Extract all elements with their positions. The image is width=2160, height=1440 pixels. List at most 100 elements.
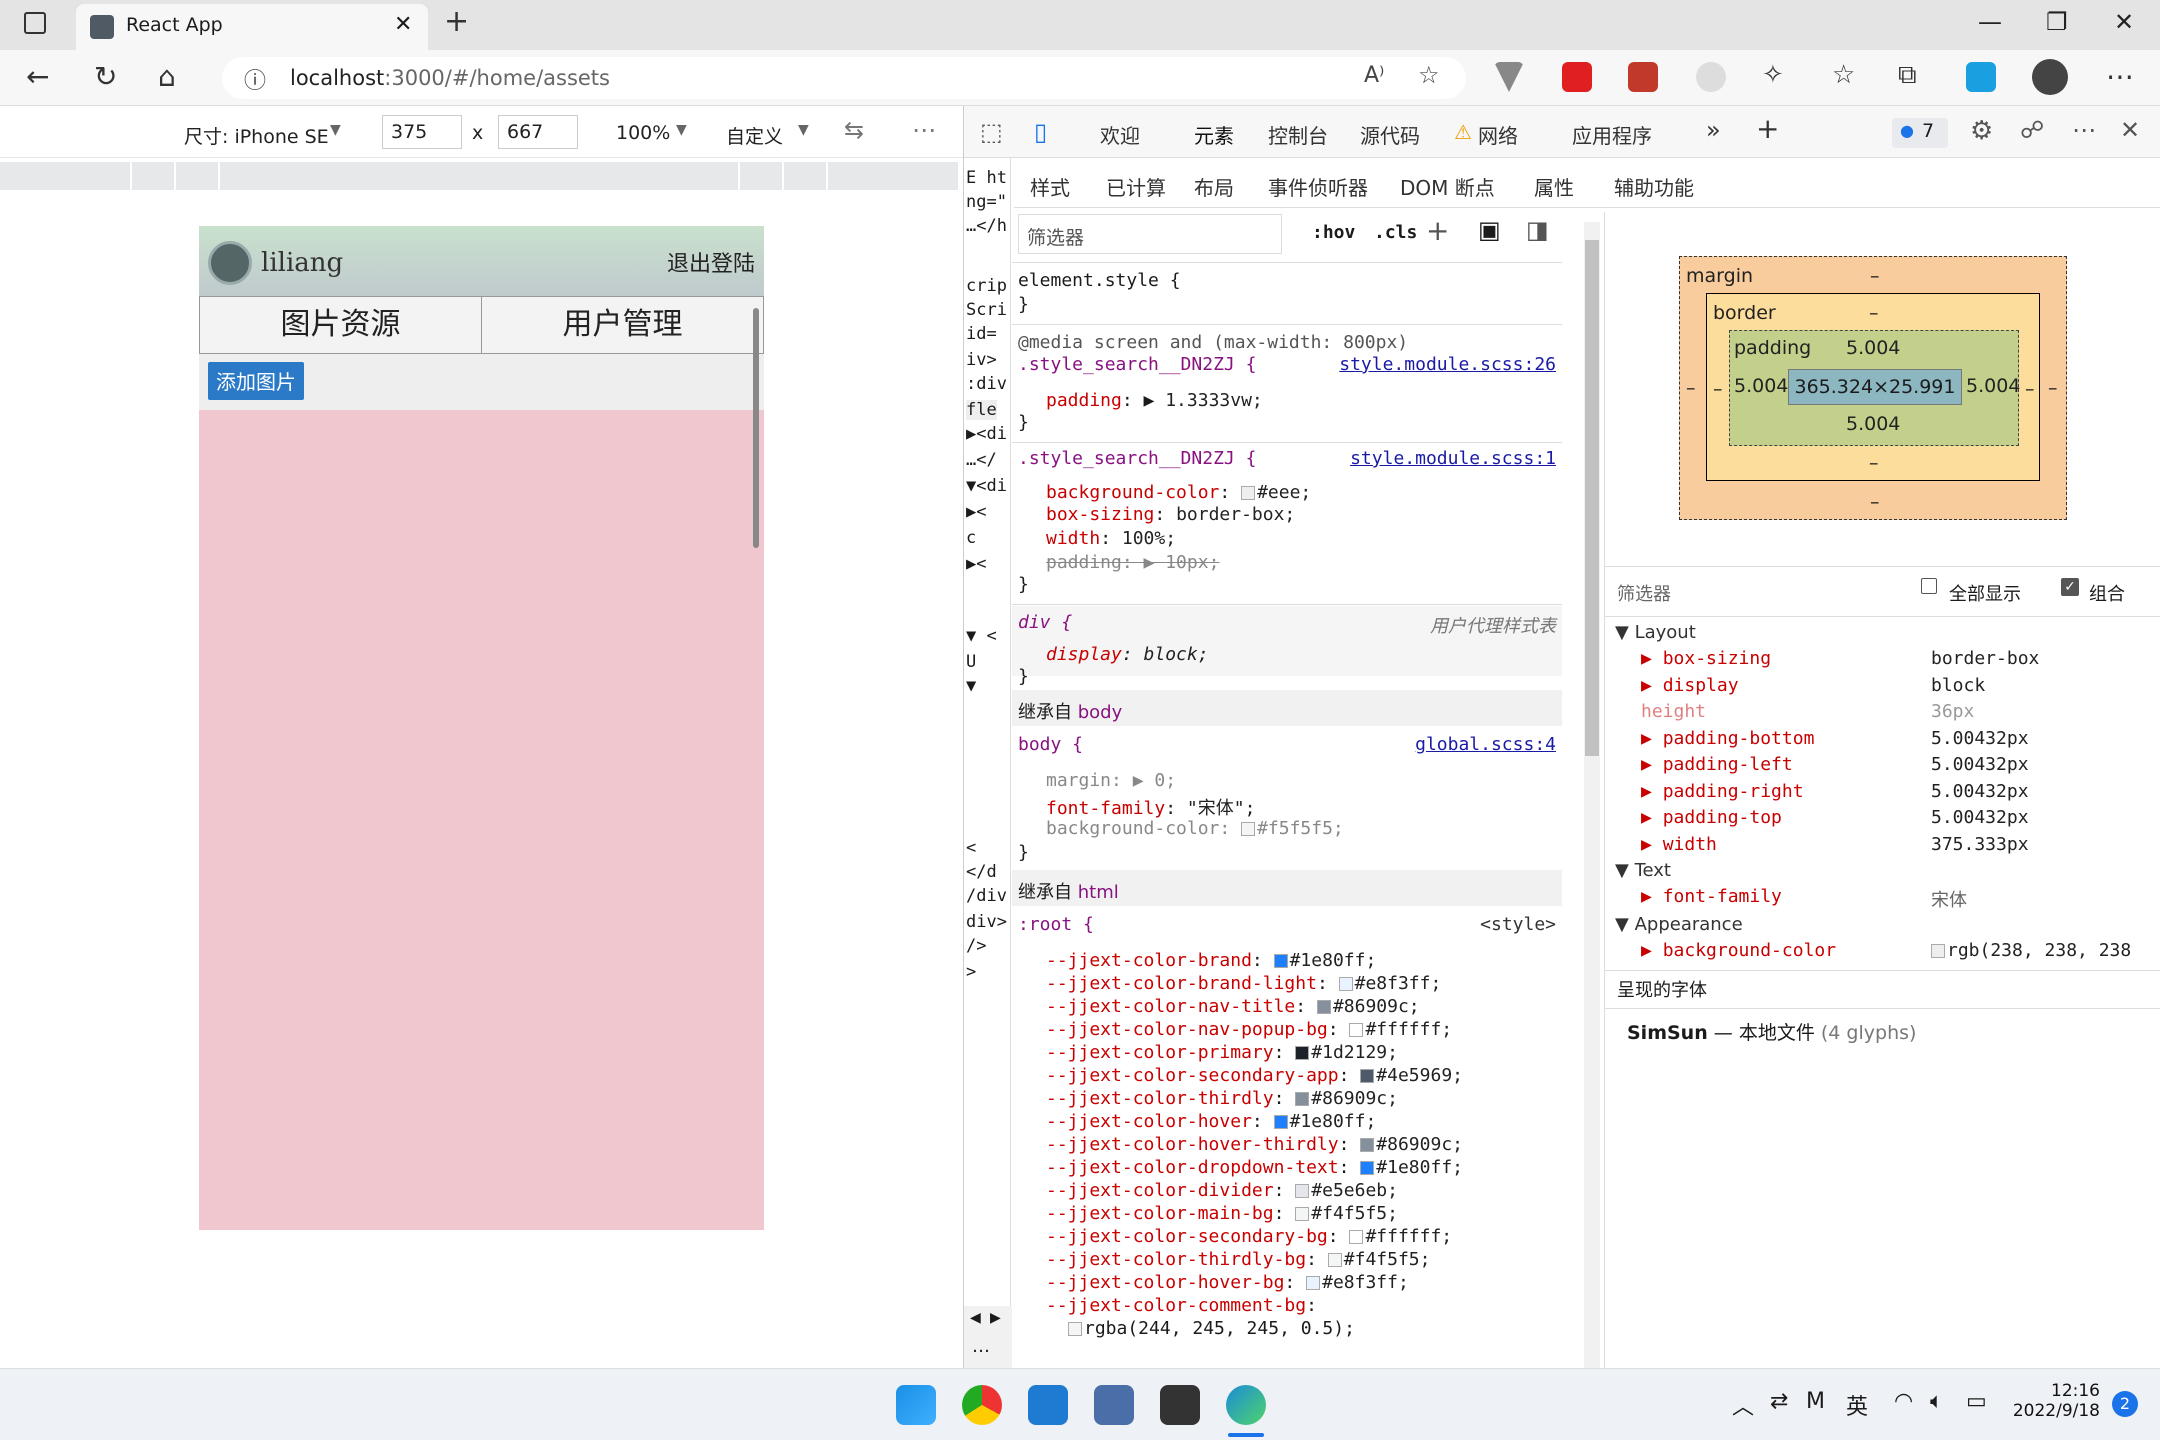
css-variable-declaration[interactable]: --jjext-color-thirdly: #86909c; (1046, 1088, 1398, 1109)
dom-line[interactable]: iv> (966, 350, 997, 370)
dom-line[interactable]: Scri (966, 300, 1007, 320)
css-variable-declaration[interactable]: --jjext-color-nav-title: #86909c; (1046, 996, 1420, 1017)
color-swatch[interactable] (1068, 1322, 1082, 1336)
subtab-accessibility[interactable]: 辅助功能 (1614, 172, 1694, 201)
settings-more-icon[interactable]: ⋯ (2106, 60, 2134, 93)
dom-line[interactable]: /> (966, 936, 986, 956)
subtab-layout[interactable]: 布局 (1194, 172, 1234, 201)
zoom-select[interactable]: 100% (616, 122, 670, 144)
css-variable-declaration[interactable]: --jjext-color-hover-thirdly: #86909c; (1046, 1134, 1463, 1155)
device-width-input[interactable]: 375 (382, 115, 462, 149)
ruler-segment[interactable] (740, 162, 784, 190)
dom-line[interactable]: ▶< (966, 502, 986, 522)
throttle-dropdown-icon[interactable]: ▼ (798, 122, 809, 138)
dom-line[interactable]: E ht (966, 168, 1007, 188)
site-info-icon[interactable]: ⓘ (244, 63, 266, 95)
read-aloud-icon[interactable]: A⁾ (1364, 63, 1384, 88)
paint-icon[interactable]: ▣ (1478, 216, 1501, 244)
tab-images[interactable]: 图片资源 (199, 296, 482, 354)
color-swatch[interactable] (1360, 1069, 1375, 1083)
inspect-icon[interactable]: ⬚ (980, 118, 1003, 146)
device-toggle-icon[interactable]: ▯ (1034, 118, 1047, 146)
scroll-left-icon[interactable]: ◀ (970, 1310, 981, 1326)
group-appearance-header[interactable]: ▼ Appearance (1615, 914, 1743, 935)
logout-button[interactable]: 退出登陆 (667, 246, 755, 278)
media-query-ruler[interactable] (0, 162, 960, 190)
computed-prop-font-family[interactable]: ▶ font-family (1641, 886, 1782, 907)
subtab-dom-breakpoints[interactable]: DOM 断点 (1400, 172, 1495, 201)
color-swatch[interactable] (1931, 944, 1945, 958)
subtab-event-listeners[interactable]: 事件侦听器 (1268, 172, 1368, 201)
computed-prop[interactable]: ▶ display (1641, 675, 1739, 696)
app-icon[interactable] (1094, 1385, 1134, 1425)
phone-scrollbar[interactable] (753, 308, 759, 548)
subtab-computed[interactable]: 已计算 (1106, 172, 1166, 201)
cls-toggle[interactable]: .cls (1374, 222, 1417, 243)
inherited-element-link[interactable]: body (1078, 702, 1123, 723)
computed-prop[interactable]: ▶ padding-top (1641, 807, 1782, 828)
overridden-declaration[interactable]: padding: ▶ 10px; (1046, 552, 1219, 573)
devtools-settings-icon[interactable]: ⚙ (1970, 116, 1993, 146)
border-top-value[interactable]: – (1869, 302, 1879, 324)
dom-line[interactable]: …</h (966, 216, 1007, 236)
computed-prop-background-color[interactable]: ▶ background-color (1641, 940, 1836, 961)
dom-line[interactable]: /div (966, 886, 1007, 906)
box-model-border[interactable]: border – – – – padding 5.004 5.004 5.004… (1706, 293, 2040, 481)
computed-prop[interactable]: ▶ padding-bottom (1641, 728, 1814, 749)
css-variable-declaration[interactable]: --jjext-color-hover-bg: #e8f3ff; (1046, 1272, 1409, 1293)
computed-prop[interactable]: ▶ padding-left (1641, 754, 1793, 775)
home-icon[interactable]: ⌂ (158, 60, 176, 93)
throttle-select[interactable]: 自定义 (726, 122, 783, 149)
color-swatch[interactable] (1316, 1000, 1331, 1014)
ruler-segment[interactable] (132, 162, 176, 190)
feedback-icon[interactable]: ☍ (2020, 116, 2044, 144)
refresh-icon[interactable]: ↻ (94, 60, 117, 93)
ruler-segment[interactable] (176, 162, 220, 190)
ie-mode-icon[interactable] (1966, 62, 1996, 92)
rule-selector[interactable]: .style_search__DN2ZJ { (1018, 448, 1256, 469)
tab-network[interactable]: 网络 (1478, 120, 1518, 149)
dom-line[interactable]: > (966, 962, 976, 982)
margin-right-value[interactable]: – (2048, 377, 2058, 399)
tab-console[interactable]: 控制台 (1268, 120, 1328, 149)
tab-users[interactable]: 用户管理 (481, 296, 764, 354)
wifi-icon[interactable]: ◠ (1894, 1389, 1913, 1414)
ime-language[interactable]: 英 (1846, 1389, 1868, 1421)
restore-icon[interactable]: ❐ (2046, 8, 2068, 36)
show-all-checkbox[interactable] (1921, 578, 1937, 594)
rule-source-link[interactable]: <style> (1480, 914, 1556, 935)
border-bottom-value[interactable]: – (1869, 452, 1879, 474)
sidebar-toggle-icon[interactable]: ◨ (1526, 216, 1549, 244)
padding-bottom-value[interactable]: 5.004 (1846, 413, 1900, 435)
dom-line[interactable]: ▼ (966, 676, 976, 696)
tab-application[interactable]: 应用程序 (1572, 120, 1652, 149)
dom-line[interactable]: ▼ < (966, 626, 997, 646)
padding-right-value[interactable]: 5.004 (1966, 375, 2020, 397)
group-text-header[interactable]: ▼ Text (1615, 860, 1671, 881)
subtab-properties[interactable]: 属性 (1534, 172, 1574, 201)
devtools-more-icon[interactable]: ⋯ (2072, 116, 2096, 144)
tab-sources[interactable]: 源代码 (1360, 120, 1420, 149)
color-swatch[interactable] (1241, 822, 1256, 836)
new-rule-icon[interactable]: + (1426, 214, 1449, 247)
dom-scroll-controls[interactable]: ◀ ▶ … (964, 1306, 1012, 1368)
collections-icon[interactable]: ⧉ (1898, 60, 1917, 91)
rule-selector[interactable]: body { (1018, 734, 1083, 755)
box-model-margin[interactable]: margin – – – – border – – – – padding 5.… (1679, 256, 2067, 520)
group-checkbox[interactable]: ✓ (2061, 578, 2079, 596)
css-variable-value-continued[interactable]: rgba(244, 245, 245, 0.5); (1068, 1318, 1355, 1339)
devtools-close-icon[interactable]: ✕ (2120, 116, 2140, 144)
tray-network-icon[interactable]: ⇄ (1770, 1389, 1788, 1414)
dom-line[interactable]: fle (966, 400, 997, 420)
dom-line[interactable]: c (966, 528, 976, 548)
color-swatch[interactable] (1273, 1115, 1288, 1129)
chrome-icon[interactable] (962, 1385, 1002, 1425)
dom-line[interactable]: < (966, 838, 976, 858)
css-variable-declaration[interactable]: --jjext-color-main-bg: #f4f5f5; (1046, 1203, 1398, 1224)
device-dropdown-icon[interactable]: ▼ (330, 122, 341, 138)
dom-line[interactable]: ▶<di (966, 424, 1007, 444)
tab-actions-icon[interactable] (24, 12, 46, 34)
color-swatch[interactable] (1241, 486, 1256, 500)
dom-line[interactable]: id= (966, 324, 997, 344)
group-layout-header[interactable]: ▼ Layout (1615, 622, 1696, 643)
